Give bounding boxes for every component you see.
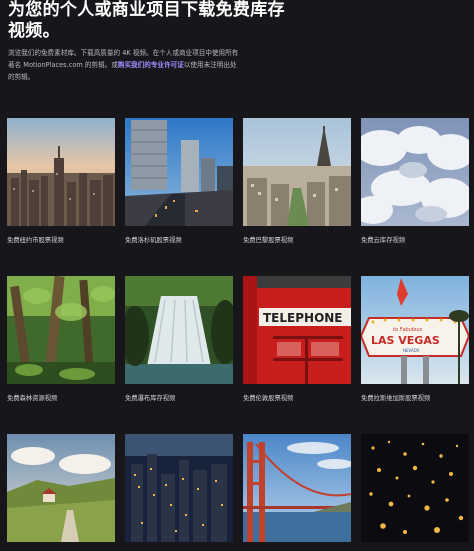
page-title: 为您的个人或商业项目下载免费库存 视频。 (8, 0, 468, 42)
video-card[interactable] (243, 434, 351, 551)
video-caption[interactable]: 免费云库存视频 (361, 235, 469, 244)
forest-thumbnail[interactable] (7, 276, 115, 384)
sign-to-fabulous-text: to Fabulous (393, 327, 423, 333)
clouds-thumbnail[interactable] (361, 118, 469, 226)
video-caption[interactable]: 免费洛杉矶股票视频 (125, 235, 233, 244)
video-card[interactable]: to Fabulous LAS VEGAS NEVADA 免费拉斯维加斯股票视频 (361, 276, 469, 402)
sign-las-vegas-text: LAS VEGAS (371, 334, 440, 347)
video-card[interactable]: 免费洛杉矶股票视频 (125, 118, 233, 244)
video-card[interactable]: 免费云库存视频 (361, 118, 469, 244)
city-night-thumbnail[interactable] (125, 434, 233, 542)
pro-license-link[interactable]: 购买我们的专业许可证 (118, 61, 184, 69)
video-card[interactable]: 免费巴黎股票视频 (243, 118, 351, 244)
video-caption[interactable]: 免费拉斯维加斯股票视频 (361, 393, 469, 402)
paris-eiffel-thumbnail[interactable] (243, 118, 351, 226)
village-hills-thumbnail[interactable] (7, 434, 115, 542)
page-title-line2: 视频。 (8, 21, 60, 41)
lanterns-thumbnail[interactable] (361, 434, 469, 542)
video-card[interactable] (361, 434, 469, 551)
nyc-skyline-thumbnail[interactable] (7, 118, 115, 226)
waterfall-thumbnail[interactable] (125, 276, 233, 384)
page-description: 浏览我们的免费素材库。下载高质量的 4K 视频。在个人或商业项目中使用所有著名 … (8, 47, 243, 83)
video-caption[interactable]: 免费纽约市股票视频 (7, 235, 115, 244)
video-caption[interactable]: 免费森林资源视频 (7, 393, 115, 402)
video-caption[interactable]: 免费瀑布库存视频 (125, 393, 233, 402)
video-card[interactable]: 免费纽约市股票视频 (7, 118, 115, 244)
la-downtown-thumbnail[interactable] (125, 118, 233, 226)
telephone-sign-text: TELEPHONE (263, 311, 343, 325)
page-title-line1: 为您的个人或商业项目下载免费库存 (8, 0, 285, 20)
video-card[interactable] (7, 434, 115, 551)
video-card[interactable]: 免费瀑布库存视频 (125, 276, 233, 402)
video-card[interactable] (125, 434, 233, 551)
hero-section: 为您的个人或商业项目下载免费库存 视频。 浏览我们的免费素材库。下载高质量的 4… (8, 0, 468, 83)
video-card[interactable]: 免费森林资源视频 (7, 276, 115, 402)
sign-nevada-text: NEVADA (403, 348, 420, 353)
video-caption[interactable]: 免费巴黎股票视频 (243, 235, 351, 244)
video-caption[interactable]: 免费伦敦股票视频 (243, 393, 351, 402)
las-vegas-sign-thumbnail[interactable]: to Fabulous LAS VEGAS NEVADA (361, 276, 469, 384)
video-card[interactable]: TELEPHONE 免费伦敦股票视频 (243, 276, 351, 402)
golden-gate-thumbnail[interactable] (243, 434, 351, 542)
london-telephone-thumbnail[interactable]: TELEPHONE (243, 276, 351, 384)
